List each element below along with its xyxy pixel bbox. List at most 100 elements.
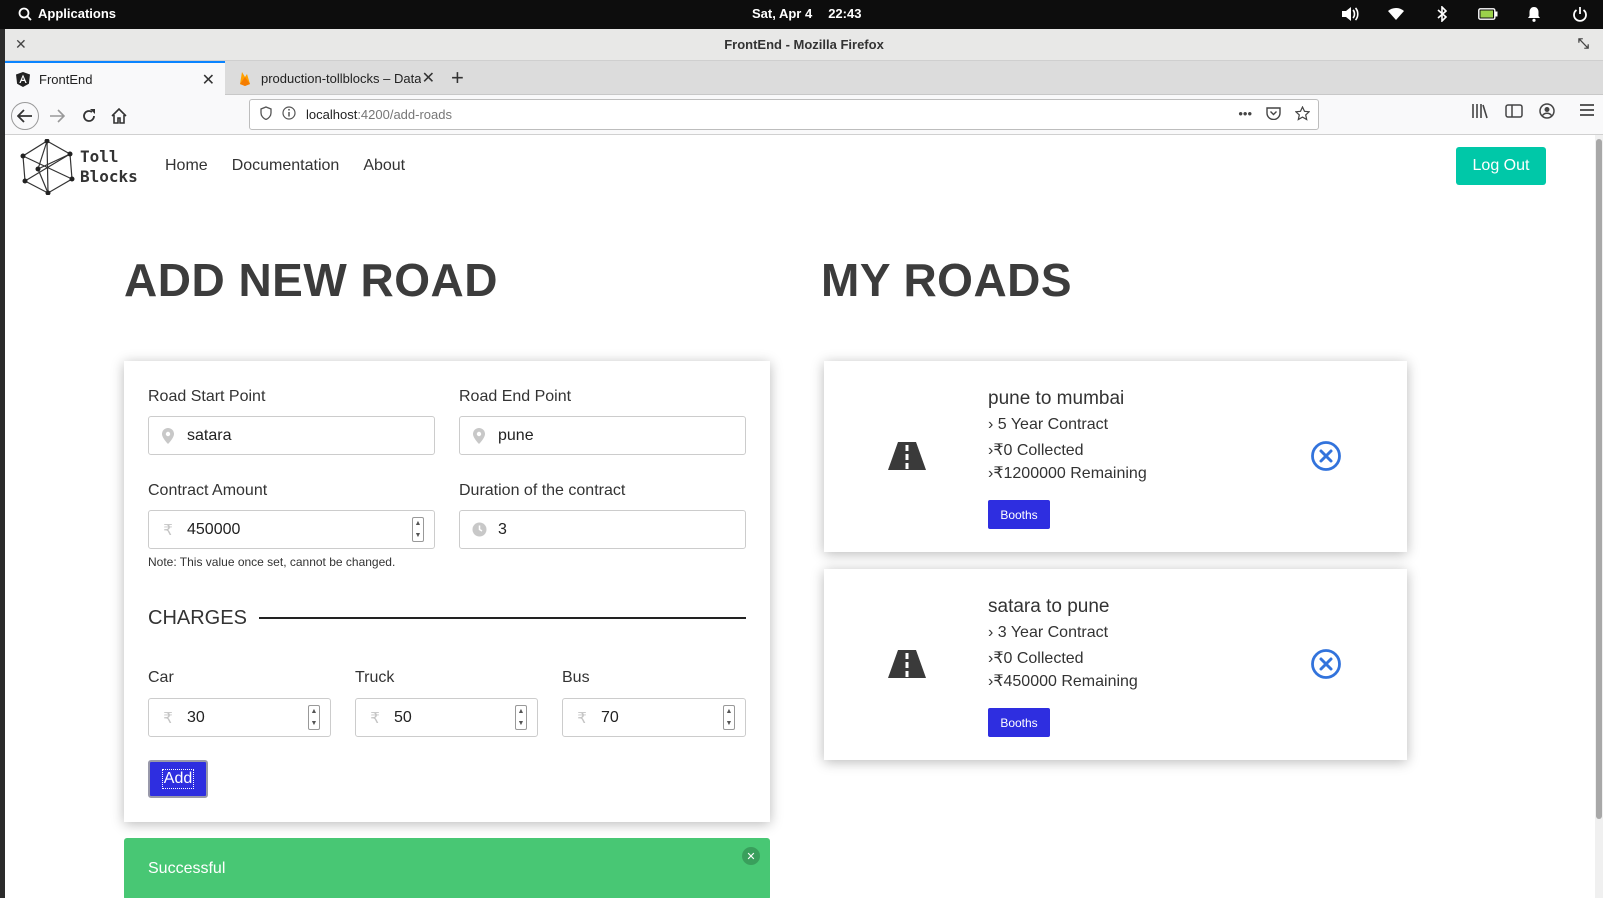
scrollbar-thumb[interactable] xyxy=(1596,139,1602,819)
volume-icon[interactable] xyxy=(1339,5,1361,23)
start-point-input[interactable]: satara xyxy=(148,416,435,455)
window-restore-icon[interactable]: ⤡ xyxy=(1578,35,1589,52)
road-title: satara to pune xyxy=(988,596,1110,617)
logo-line-1: Toll xyxy=(80,147,119,166)
road-contract: › 5 Year Contract xyxy=(988,416,1108,434)
nav-home-link[interactable]: Home xyxy=(165,157,208,175)
my-roads-heading: MY ROADS xyxy=(821,254,1073,306)
delete-road-icon[interactable] xyxy=(1310,440,1342,472)
bookmark-star-icon[interactable] xyxy=(1294,105,1311,124)
chevron-right-icon: › xyxy=(988,416,994,433)
tab-firebase[interactable]: production-tollblocks – Datab ✕ xyxy=(227,61,445,95)
navigation-toolbar: localhost:4200/add-roads ••• xyxy=(5,95,1603,135)
road-contract-text: 3 Year Contract xyxy=(997,624,1109,641)
power-icon[interactable] xyxy=(1569,5,1591,23)
new-tab-icon[interactable]: + xyxy=(451,65,464,91)
reload-icon[interactable] xyxy=(75,102,103,130)
tab-label: production-tollblocks – Datab xyxy=(261,70,421,86)
location-pin-icon xyxy=(149,427,187,444)
car-charge-value: 30 xyxy=(187,708,205,726)
app-navbar: Toll Blocks Home Documentation About Log… xyxy=(5,135,1595,197)
truck-label: Truck xyxy=(355,669,395,686)
add-road-button[interactable]: Add xyxy=(148,760,208,798)
road-collected: ›₹0 Collected xyxy=(988,648,1084,668)
url-actions: ••• xyxy=(1238,105,1311,124)
delete-road-icon[interactable] xyxy=(1310,648,1342,680)
info-icon[interactable] xyxy=(282,106,296,123)
home-icon[interactable] xyxy=(105,102,133,130)
add-road-heading: ADD NEW ROAD xyxy=(124,254,498,306)
nav-documentation-link[interactable]: Documentation xyxy=(232,157,340,175)
url-bar[interactable]: localhost:4200/add-roads ••• xyxy=(249,99,1319,130)
url-text: localhost:4200/add-roads xyxy=(306,107,452,122)
contract-amount-input[interactable]: ₹ 450000 ▲ ▼ xyxy=(148,510,435,549)
start-point-label: Road Start Point xyxy=(148,388,266,405)
page-scrollbar[interactable] xyxy=(1595,135,1603,898)
nav-about-link[interactable]: About xyxy=(363,157,405,175)
booths-button[interactable]: Booths xyxy=(988,708,1050,737)
road-icon xyxy=(888,442,926,470)
booths-button[interactable]: Booths xyxy=(988,500,1050,529)
number-stepper[interactable]: ▲ ▼ xyxy=(308,705,320,730)
close-notification-icon[interactable]: ✕ xyxy=(742,847,760,865)
library-icon[interactable] xyxy=(1471,103,1489,124)
window-titlebar: ✕ FrontEnd - Mozilla Firefox ⤡ xyxy=(5,29,1603,61)
tab-frontend[interactable]: FrontEnd ✕ xyxy=(5,61,225,95)
applications-menu[interactable]: Applications xyxy=(18,6,116,21)
rupee-icon: ₹ xyxy=(577,709,587,727)
road-contract-text: 5 Year Contract xyxy=(997,416,1109,433)
battery-icon[interactable] xyxy=(1477,5,1499,23)
notification-bell-icon[interactable] xyxy=(1523,5,1545,23)
chevron-right-icon: › xyxy=(988,624,994,641)
clock-icon xyxy=(460,522,498,537)
applications-label: Applications xyxy=(38,6,117,21)
tab-strip: FrontEnd ✕ production-tollblocks – Datab… xyxy=(5,61,1603,95)
tab-close-icon[interactable]: ✕ xyxy=(202,70,215,90)
rupee-icon: ₹ xyxy=(163,521,173,539)
more-actions-icon[interactable]: ••• xyxy=(1238,106,1252,124)
road-remaining-text: ₹1200000 Remaining xyxy=(993,465,1147,482)
hamburger-menu-icon[interactable] xyxy=(1579,103,1595,124)
search-icon xyxy=(18,7,32,21)
contract-note: Note: This value once set, cannot be cha… xyxy=(148,555,396,569)
url-host: localhost xyxy=(306,107,358,122)
time-label: 22:43 xyxy=(828,6,862,21)
end-point-label: Road End Point xyxy=(459,388,572,405)
logo-text: Toll Blocks xyxy=(80,147,138,187)
sidebar-icon[interactable] xyxy=(1505,103,1523,124)
angular-icon xyxy=(15,71,31,87)
truck-charge-value: 50 xyxy=(394,708,412,726)
toolbar-right xyxy=(1471,103,1595,124)
clock[interactable]: Sat, Apr 4 22:43 xyxy=(752,6,861,21)
logout-button[interactable]: Log Out xyxy=(1456,147,1546,185)
duration-label: Duration of the contract xyxy=(459,482,626,499)
tab-close-icon[interactable]: ✕ xyxy=(422,68,435,88)
system-tray xyxy=(1339,5,1591,23)
bluetooth-icon[interactable] xyxy=(1431,5,1453,23)
bus-charge-input[interactable]: ₹ 70 ▲ ▼ xyxy=(562,698,746,737)
duration-input[interactable]: 3 xyxy=(459,510,746,549)
truck-charge-input[interactable]: ₹ 50 ▲ ▼ xyxy=(355,698,538,737)
end-point-value: pune xyxy=(498,426,534,444)
wifi-icon[interactable] xyxy=(1385,5,1407,23)
account-icon[interactable] xyxy=(1539,103,1555,124)
road-collected-text: ₹0 Collected xyxy=(993,442,1084,459)
number-stepper[interactable]: ▲ ▼ xyxy=(412,517,424,542)
success-message: Successful xyxy=(148,860,226,877)
contract-amount-value: 450000 xyxy=(187,520,241,538)
duration-value: 3 xyxy=(498,520,507,538)
pocket-icon[interactable] xyxy=(1266,106,1281,124)
back-icon[interactable] xyxy=(11,102,39,130)
shield-icon[interactable] xyxy=(260,106,272,123)
add-button-label: Add xyxy=(161,769,195,789)
number-stepper[interactable]: ▲ ▼ xyxy=(723,705,735,730)
car-charge-input[interactable]: ₹ 30 ▲ ▼ xyxy=(148,698,331,737)
road-icon xyxy=(888,650,926,678)
number-stepper[interactable]: ▲ ▼ xyxy=(515,705,527,730)
start-point-value: satara xyxy=(187,426,232,444)
forward-icon[interactable] xyxy=(43,102,71,130)
end-point-input[interactable]: pune xyxy=(459,416,746,455)
logo-line-2: Blocks xyxy=(80,167,138,186)
tollblocks-logo[interactable]: Toll Blocks xyxy=(20,139,138,195)
firefox-window: ✕ FrontEnd - Mozilla Firefox ⤡ FrontEnd … xyxy=(5,29,1603,898)
